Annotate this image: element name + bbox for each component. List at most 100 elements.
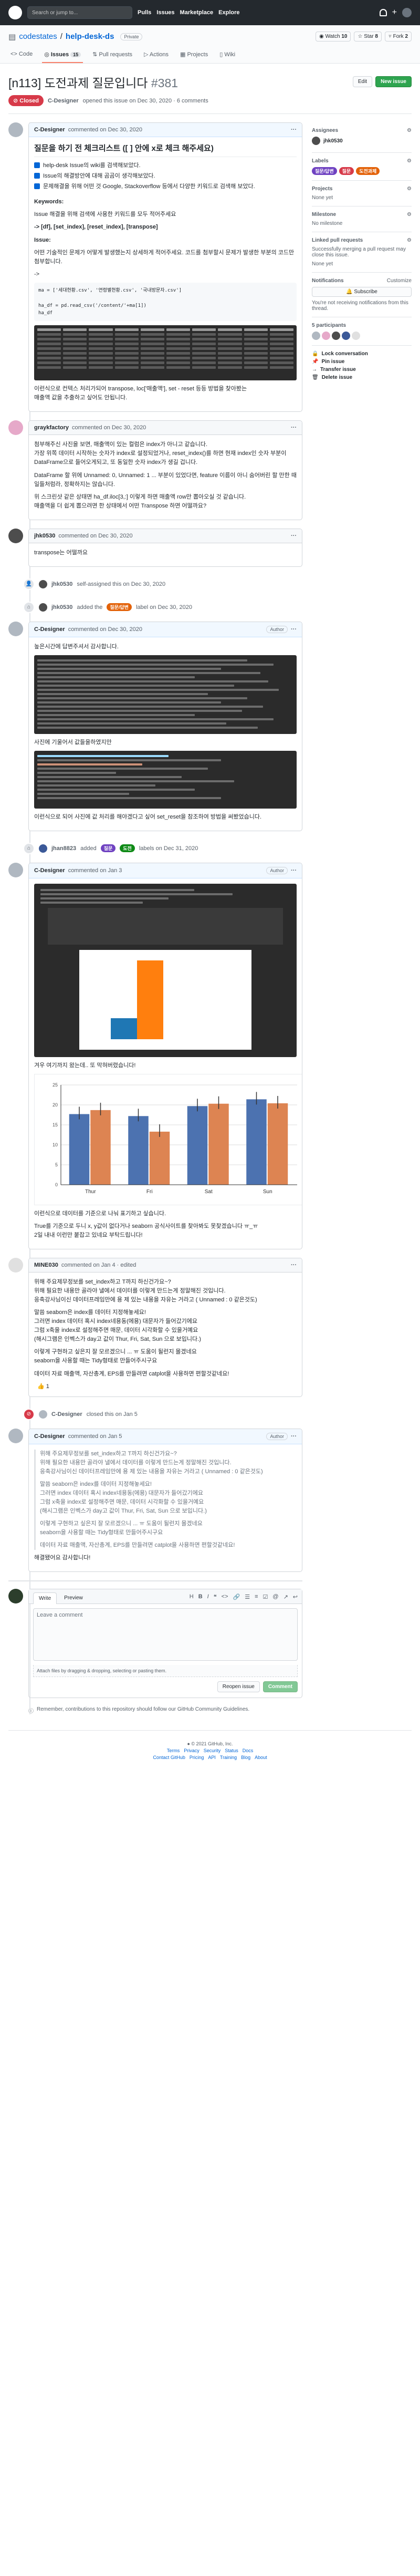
task-list-icon[interactable]: ☑ bbox=[263, 1594, 268, 1600]
watch-button[interactable]: ◉ Watch 10 bbox=[316, 32, 351, 42]
avatar[interactable] bbox=[332, 332, 340, 340]
event-actor[interactable]: C-Designer bbox=[51, 1411, 82, 1418]
italic-icon[interactable]: I bbox=[207, 1594, 209, 1600]
label-badge[interactable]: 도전 bbox=[120, 844, 135, 853]
avatar[interactable] bbox=[312, 332, 320, 340]
label-badge[interactable]: 도전과제 bbox=[356, 167, 380, 175]
comment-author[interactable]: MINE030 bbox=[34, 1262, 58, 1268]
footer-link[interactable]: Contact GitHub bbox=[153, 1755, 185, 1760]
nav-pulls[interactable]: Pulls bbox=[138, 9, 151, 16]
nav-marketplace[interactable]: Marketplace bbox=[180, 9, 214, 16]
checkbox-checked-icon[interactable] bbox=[34, 173, 40, 179]
comment-author[interactable]: C-Designer bbox=[34, 867, 65, 874]
avatar[interactable] bbox=[39, 580, 47, 588]
gear-icon[interactable]: ⚙ bbox=[407, 186, 412, 192]
comment-author[interactable]: C-Designer bbox=[34, 127, 65, 133]
nav-issues[interactable]: Issues bbox=[156, 9, 174, 16]
more-icon[interactable]: ··· bbox=[291, 533, 297, 539]
plus-icon[interactable]: + bbox=[392, 8, 397, 17]
comment-time[interactable]: commented on Jan 5 bbox=[68, 1433, 122, 1440]
avatar[interactable] bbox=[39, 844, 47, 853]
comment-author[interactable]: graykfactory bbox=[34, 425, 69, 431]
issue-author[interactable]: C-Designer bbox=[48, 98, 79, 104]
more-icon[interactable]: ··· bbox=[291, 867, 297, 874]
bold-icon[interactable]: B bbox=[198, 1594, 203, 1600]
checkbox-checked-icon[interactable] bbox=[34, 183, 40, 190]
lock-conversation[interactable]: 🔒 Lock conversation bbox=[312, 351, 412, 357]
footer-link[interactable]: Blog bbox=[241, 1755, 250, 1760]
fork-button[interactable]: ⑂ Fork 2 bbox=[384, 32, 412, 42]
star-button[interactable]: ☆ Star 8 bbox=[354, 32, 382, 42]
reply-icon[interactable]: ↩ bbox=[293, 1594, 298, 1600]
footer-link[interactable]: API bbox=[208, 1755, 216, 1760]
avatar[interactable] bbox=[39, 603, 47, 612]
footer-link[interactable]: About bbox=[255, 1755, 267, 1760]
more-icon[interactable]: ··· bbox=[291, 626, 297, 633]
footer-link[interactable]: Training bbox=[220, 1755, 237, 1760]
numbered-list-icon[interactable]: ≡ bbox=[255, 1594, 258, 1600]
footer-link[interactable]: Pricing bbox=[190, 1755, 204, 1760]
comment-time[interactable]: commented on Dec 30, 2020 bbox=[68, 127, 142, 133]
comment-author[interactable]: C-Designer bbox=[34, 1433, 65, 1440]
tab-projects[interactable]: ▦ Projects bbox=[178, 48, 210, 63]
assignee[interactable]: jhk0530 bbox=[323, 138, 343, 144]
comment-time[interactable]: commented on Dec 30, 2020 bbox=[72, 425, 146, 431]
pin-issue[interactable]: 📌 Pin issue bbox=[312, 359, 412, 365]
avatar[interactable] bbox=[312, 137, 320, 145]
comment-button[interactable]: Comment bbox=[262, 1681, 298, 1693]
avatar[interactable] bbox=[8, 1258, 23, 1273]
github-logo-icon[interactable] bbox=[8, 6, 22, 19]
avatar[interactable] bbox=[8, 420, 23, 436]
avatar[interactable] bbox=[402, 8, 412, 17]
thumbs-up-reaction[interactable]: 👍 1 bbox=[34, 1382, 52, 1391]
reference-icon[interactable]: ↗ bbox=[284, 1594, 288, 1600]
avatar[interactable] bbox=[352, 332, 360, 340]
repo-name-link[interactable]: help-desk-ds bbox=[66, 32, 114, 41]
tab-wiki[interactable]: ▯ Wiki bbox=[217, 48, 237, 63]
footer-link[interactable]: Privacy bbox=[184, 1748, 200, 1753]
customize-link[interactable]: Customize bbox=[387, 278, 412, 284]
comment-author[interactable]: jhk0530 bbox=[34, 533, 55, 539]
avatar[interactable] bbox=[8, 1589, 23, 1604]
bell-icon[interactable] bbox=[379, 9, 387, 16]
transfer-issue[interactable]: → Transfer issue bbox=[312, 367, 412, 373]
list-icon[interactable]: ☰ bbox=[245, 1594, 250, 1600]
footer-link[interactable]: Security bbox=[204, 1748, 221, 1753]
code-icon[interactable]: <> bbox=[222, 1594, 228, 1600]
delete-issue[interactable]: 🗑 Delete issue bbox=[312, 375, 412, 380]
avatar[interactable] bbox=[39, 1410, 47, 1419]
edit-button[interactable]: Edit bbox=[352, 76, 373, 87]
new-issue-button[interactable]: New issue bbox=[375, 76, 412, 87]
gear-icon[interactable]: ⚙ bbox=[407, 128, 412, 133]
comment-time[interactable]: commented on Jan 4 · edited bbox=[61, 1262, 136, 1268]
gear-icon[interactable]: ⚙ bbox=[407, 212, 412, 218]
avatar[interactable] bbox=[322, 332, 330, 340]
more-icon[interactable]: ··· bbox=[291, 1262, 297, 1268]
more-icon[interactable]: ··· bbox=[291, 1433, 297, 1440]
avatar[interactable] bbox=[8, 122, 23, 137]
label-badge[interactable]: 질문 bbox=[339, 167, 354, 175]
search-input[interactable]: Search or jump to... bbox=[27, 6, 132, 19]
link-icon[interactable]: 🔗 bbox=[233, 1594, 240, 1600]
footer-link[interactable]: Docs bbox=[243, 1748, 254, 1753]
more-icon[interactable]: ··· bbox=[291, 425, 297, 431]
avatar[interactable] bbox=[342, 332, 350, 340]
gear-icon[interactable]: ⚙ bbox=[407, 158, 412, 164]
label-badge[interactable]: 질문 bbox=[100, 844, 116, 853]
tab-write[interactable]: Write bbox=[33, 1592, 57, 1605]
comment-time[interactable]: commented on Dec 30, 2020 bbox=[68, 626, 142, 633]
quote-icon[interactable]: ❝ bbox=[214, 1594, 217, 1600]
mention-icon[interactable]: @ bbox=[272, 1594, 278, 1600]
event-actor[interactable]: jhan8823 bbox=[51, 845, 76, 852]
tab-actions[interactable]: ▷ Actions bbox=[142, 48, 171, 63]
event-actor[interactable]: jhk0530 bbox=[51, 581, 72, 587]
label-badge[interactable]: 질문/답변 bbox=[107, 603, 132, 612]
repo-owner-link[interactable]: codestates bbox=[19, 32, 57, 41]
footer-link[interactable]: Status bbox=[225, 1748, 238, 1753]
subscribe-button[interactable]: 🔔 Subscribe bbox=[312, 287, 412, 297]
tab-pull-requests[interactable]: ⇅ Pull requests bbox=[90, 48, 134, 63]
reopen-issue-button[interactable]: Reopen issue bbox=[217, 1681, 260, 1693]
avatar[interactable] bbox=[8, 528, 23, 543]
avatar[interactable] bbox=[8, 862, 23, 877]
gear-icon[interactable]: ⚙ bbox=[407, 237, 412, 243]
